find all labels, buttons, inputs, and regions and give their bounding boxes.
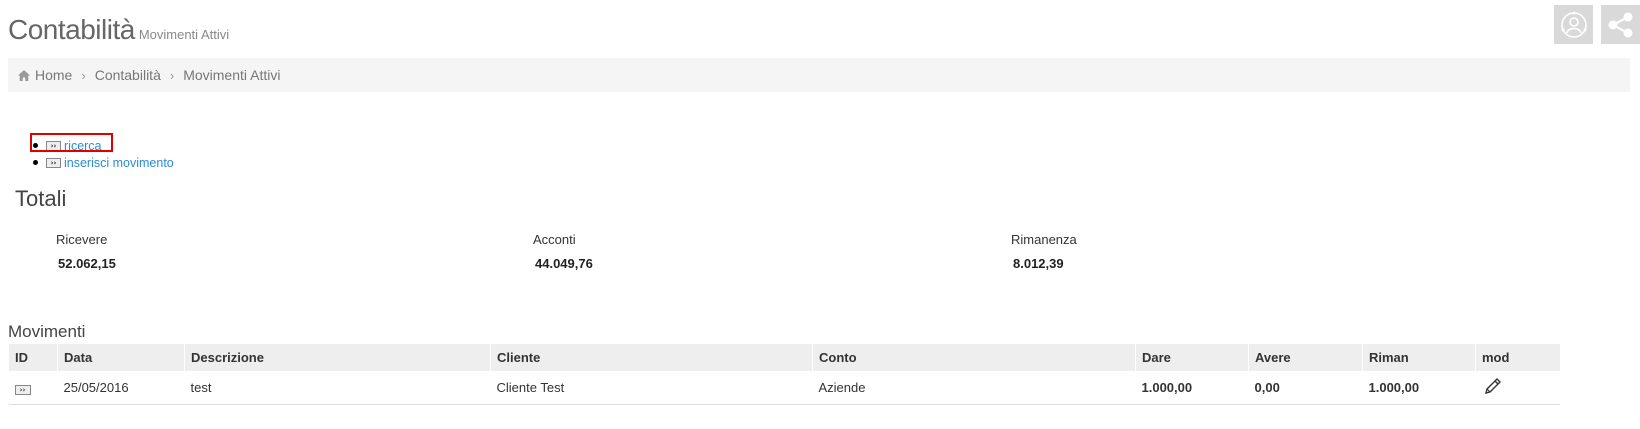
pencil-icon[interactable] — [1482, 375, 1504, 400]
cell-data: 25/05/2016 — [57, 371, 185, 405]
bullet — [33, 160, 38, 165]
col-dare: Dare — [1135, 344, 1249, 371]
arrow-button-icon[interactable]: ›› — [46, 140, 61, 151]
top-icons — [1554, 5, 1640, 44]
breadcrumb-home[interactable]: Home — [35, 67, 72, 83]
page-title-text: Contabilità — [8, 14, 135, 45]
total-acconti-value: 44.049,76 — [535, 256, 593, 271]
chevron-right-icon: › — [81, 67, 86, 83]
ricerca-link[interactable]: ricerca — [64, 139, 102, 153]
col-id: ID — [8, 344, 58, 371]
share-icon[interactable] — [1601, 5, 1640, 44]
cell-mod — [1475, 371, 1560, 405]
breadcrumb: Home › Contabilità › Movimenti Attivi — [8, 58, 1630, 92]
row-detail-button[interactable]: ›› — [14, 384, 31, 395]
totals-title: Totali — [15, 186, 67, 211]
user-circle-icon[interactable] — [1554, 5, 1593, 44]
home-icon — [18, 69, 30, 81]
breadcrumb-current: Movimenti Attivi — [183, 67, 281, 83]
col-data: Data — [57, 344, 185, 371]
table-row: ›› 25/05/2016 test Cliente Test Aziende … — [8, 371, 1560, 405]
cell-dare: 1.000,00 — [1135, 371, 1249, 405]
actions-list: ›› ricerca ›› inserisci movimento — [33, 137, 174, 171]
col-conto: Conto — [812, 344, 1136, 371]
cell-id: ›› — [8, 371, 58, 405]
cell-descrizione: test — [184, 371, 491, 405]
cell-cliente: Cliente Test — [490, 371, 813, 405]
col-avere: Avere — [1248, 344, 1363, 371]
total-acconti: Acconti 44.049,76 — [533, 232, 593, 271]
arrow-button-icon[interactable]: ›› — [46, 157, 61, 168]
cell-avere: 0,00 — [1248, 371, 1363, 405]
breadcrumb-contabilita[interactable]: Contabilità — [95, 67, 161, 83]
col-cliente: Cliente — [490, 344, 813, 371]
cell-conto: Aziende — [812, 371, 1136, 405]
page-subtitle: Movimenti Attivi — [138, 27, 230, 42]
cell-riman: 1.000,00 — [1362, 371, 1476, 405]
action-inserisci: ›› inserisci movimento — [33, 154, 174, 171]
movimenti-table: ID Data Descrizione Cliente Conto Dare A… — [8, 344, 1560, 405]
total-rimanenza: Rimanenza 8.012,39 — [1011, 232, 1077, 271]
total-rimanenza-value: 8.012,39 — [1013, 256, 1064, 271]
bullet — [33, 143, 38, 148]
total-ricevere: Ricevere 52.062,15 — [56, 232, 116, 271]
total-ricevere-label: Ricevere — [56, 232, 108, 247]
movimenti-title: Movimenti — [8, 322, 86, 341]
table-header-row: ID Data Descrizione Cliente Conto Dare A… — [8, 344, 1560, 371]
action-ricerca: ›› ricerca — [33, 137, 174, 154]
total-rimanenza-label: Rimanenza — [1011, 232, 1077, 247]
page-title: Contabilità Movimenti Attivi — [8, 14, 229, 46]
col-mod: mod — [1475, 344, 1560, 371]
inserisci-movimento-link[interactable]: inserisci movimento — [64, 156, 174, 170]
total-ricevere-value: 52.062,15 — [58, 256, 116, 271]
chevron-right-icon: › — [169, 67, 175, 83]
col-descrizione: Descrizione — [184, 344, 491, 371]
total-acconti-label: Acconti — [533, 232, 576, 247]
col-riman: Riman — [1362, 344, 1476, 371]
